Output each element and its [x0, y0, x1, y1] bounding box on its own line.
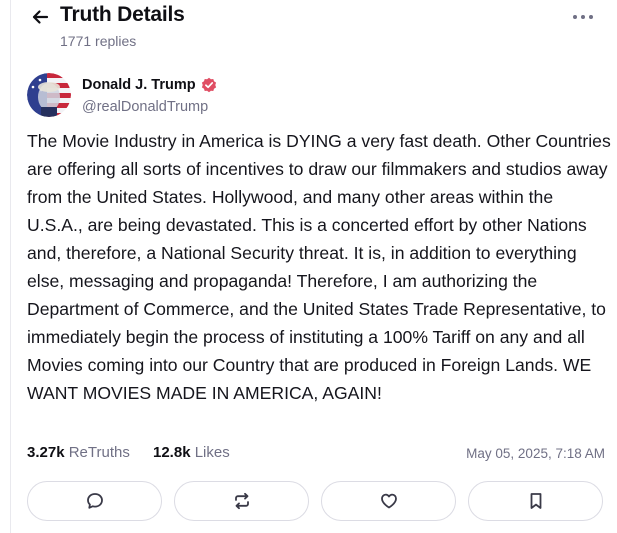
likes-count: 12.8k: [153, 444, 191, 461]
post-stats: 3.27k ReTruths 12.8k Likes May 05, 2025,…: [27, 444, 605, 466]
replies-count: 1771 replies: [60, 33, 137, 49]
verified-badge-icon: [201, 77, 216, 93]
post-actions: [27, 481, 605, 523]
page-title: Truth Details: [60, 3, 185, 26]
like-button[interactable]: [321, 481, 456, 521]
likes-stat[interactable]: 12.8k Likes: [153, 444, 230, 461]
repost-icon: [234, 492, 249, 510]
post-author: Donald J. Trump @realDonaldTrump: [27, 73, 427, 123]
retruth-button[interactable]: [174, 481, 309, 521]
more-options-button[interactable]: [570, 6, 596, 28]
truth-details-panel: Truth Details 1771 replies Donald J. Tru…: [10, 0, 617, 533]
post-text: The Movie Industry in America is DYING a…: [27, 131, 611, 403]
bookmark-icon: [530, 493, 541, 509]
retruths-count: 3.27k: [27, 444, 65, 461]
comment-icon: [86, 493, 103, 509]
author-name-row[interactable]: Donald J. Trump: [82, 77, 217, 93]
header: Truth Details 1771 replies: [11, 0, 617, 58]
back-button[interactable]: [29, 6, 51, 28]
likes-label: Likes: [194, 444, 230, 461]
more-horizontal-icon: [573, 15, 593, 19]
heart-icon: [380, 493, 397, 509]
retruths-label: ReTruths: [68, 444, 130, 461]
reply-button[interactable]: [27, 481, 162, 521]
arrow-left-icon: [32, 10, 49, 24]
bookmark-button[interactable]: [468, 481, 603, 521]
author-display-name: Donald J. Trump: [82, 77, 196, 93]
retruths-stat[interactable]: 3.27k ReTruths: [27, 444, 130, 461]
post-timestamp: May 05, 2025, 7:18 AM: [466, 446, 605, 461]
avatar[interactable]: [27, 73, 71, 117]
author-handle[interactable]: @realDonaldTrump: [82, 99, 208, 115]
